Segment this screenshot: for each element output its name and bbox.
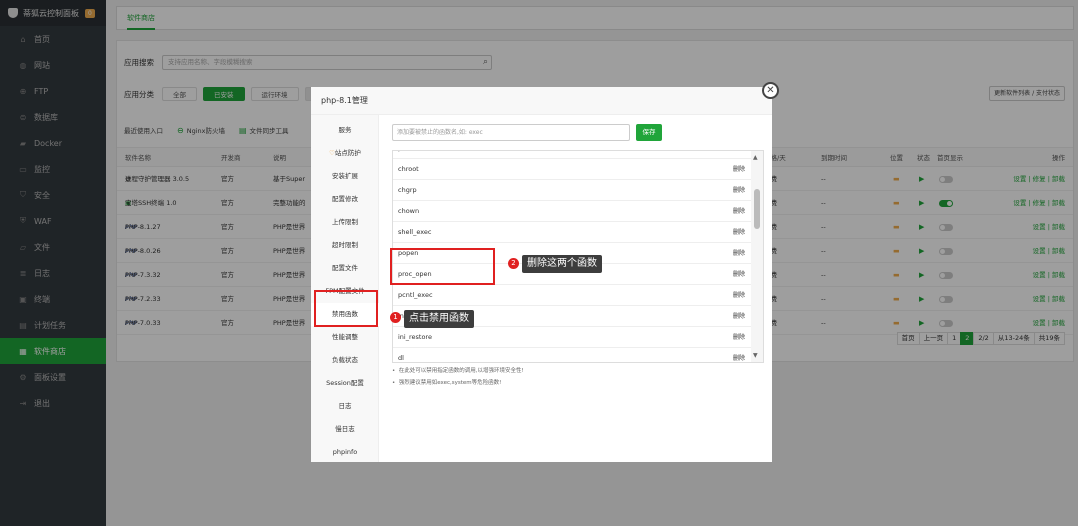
delete-button[interactable]: 删除 (733, 243, 745, 264)
delete-button[interactable]: 删除 (733, 348, 745, 362)
dialog-menu-item-4[interactable]: 上传限制 (311, 211, 379, 234)
dialog-menu-item-13[interactable]: 慢日志 (311, 418, 379, 441)
delete-button[interactable]: 删除 (733, 306, 745, 327)
menu-label: 配置修改 (332, 195, 358, 203)
step-2-marker: 2 (508, 258, 519, 269)
function-name-input[interactable]: 添加要被禁止的函数名,如: exec (392, 124, 630, 141)
delete-button[interactable]: 删除 (733, 159, 745, 180)
function-row: shell_exec 删除 (393, 222, 753, 243)
function-row: chroot 删除 (393, 159, 753, 180)
function-row: pcntl_exec 删除 (393, 285, 753, 306)
dialog-menu-item-0[interactable]: 服务 (311, 119, 379, 142)
dialog-menu-item-9[interactable]: 性能调整 (311, 326, 379, 349)
dialog-menu-item-2[interactable]: 安装扩展 (311, 165, 379, 188)
scroll-thumb[interactable] (754, 189, 760, 229)
function-name: ini_restore (398, 333, 432, 341)
function-row: chown 删除 (393, 201, 753, 222)
menu-label: 站点防护 (334, 149, 361, 157)
menu-label: Session配置 (326, 379, 364, 387)
menu-label: 负载状态 (332, 356, 358, 364)
dialog-menu-item-1[interactable]: ♡站点防护 (311, 142, 379, 165)
step-1-callout: 点击禁用函数 (404, 310, 474, 328)
menu-label: 安装扩展 (332, 172, 358, 180)
function-name: chroot (398, 165, 419, 173)
highlight-box-functions (390, 248, 495, 285)
menu-label: 慢日志 (335, 425, 355, 433)
delete-button[interactable]: 删除 (733, 201, 745, 222)
dialog-menu-item-10[interactable]: 负载状态 (311, 349, 379, 372)
delete-button[interactable]: 删除 (733, 151, 745, 159)
dialog-menu-item-12[interactable]: 日志 (311, 395, 379, 418)
function-row: dl 删除 (393, 348, 753, 362)
menu-label: 上传限制 (332, 218, 358, 226)
delete-button[interactable]: 删除 (733, 264, 745, 285)
scroll-down-icon[interactable]: ▼ (753, 352, 758, 359)
highlight-box-disable-functions (314, 290, 378, 327)
function-name: passthru (398, 151, 426, 159)
php-manage-dialog: php-8.1管理 服务 ♡站点防护 安装扩展 配置修改 上传限制 超时限制 配置文件 FPM… (311, 87, 772, 462)
dialog-menu-item-5[interactable]: 超时限制 (311, 234, 379, 257)
delete-button[interactable]: 删除 (733, 180, 745, 201)
menu-label: 性能调整 (332, 333, 358, 341)
dialog-menu: 服务 ♡站点防护 安装扩展 配置修改 上传限制 超时限制 配置文件 FPM配置文件 禁用函数 性能… (311, 115, 379, 462)
function-row: ini_restore 删除 (393, 327, 753, 348)
dialog-menu-item-6[interactable]: 配置文件 (311, 257, 379, 280)
dialog-menu-item-14[interactable]: phpinfo (311, 441, 379, 464)
save-button[interactable]: 保存 (636, 124, 662, 141)
menu-label: phpinfo (332, 448, 358, 456)
function-name: chgrp (398, 186, 417, 194)
step-1-marker: 1 (390, 312, 401, 323)
tip-line: • 强烈建议禁用如exec,system等危险函数! (392, 380, 502, 386)
delete-button[interactable]: 删除 (733, 222, 745, 243)
tip-line: • 在此处可以禁用指定函数的调用,以增强环境安全性! (392, 368, 524, 374)
delete-button[interactable]: 删除 (733, 327, 745, 348)
dialog-menu-item-11[interactable]: Session配置 (311, 372, 379, 395)
dialog-tips: • 在此处可以禁用指定函数的调用,以增强环境安全性! • 强烈建议禁用如exec… (392, 365, 524, 389)
list-scrollbar[interactable]: ▲ ▼ (751, 151, 763, 362)
step-2-callout: 删除这两个函数 (522, 255, 602, 273)
delete-button[interactable]: 删除 (733, 285, 745, 306)
dialog-title: php-8.1管理 (311, 87, 772, 115)
function-name: chown (398, 207, 420, 215)
menu-label: 日志 (338, 402, 352, 410)
function-row: passthru 删除 (393, 151, 753, 159)
menu-label: 服务 (338, 126, 352, 134)
function-name: pcntl_exec (398, 291, 433, 299)
function-name: dl (398, 354, 404, 362)
function-row: chgrp 删除 (393, 180, 753, 201)
scroll-up-icon[interactable]: ▲ (753, 154, 758, 161)
dialog-menu-item-3[interactable]: 配置修改 (311, 188, 379, 211)
function-name: shell_exec (398, 228, 432, 236)
close-icon[interactable]: ✕ (762, 82, 779, 99)
menu-label: 配置文件 (332, 264, 358, 272)
menu-label: 超时限制 (332, 241, 358, 249)
